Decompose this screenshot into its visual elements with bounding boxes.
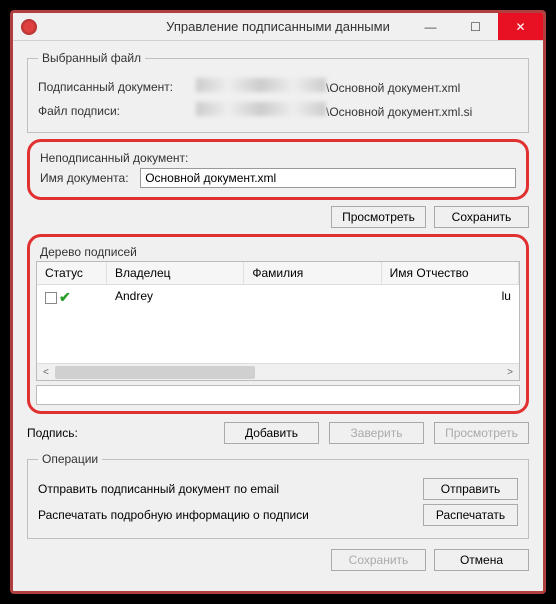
tree-row[interactable]: ✔ Andrey lu — [37, 285, 519, 310]
doc-name-input[interactable] — [140, 168, 516, 188]
check-icon: ✔ — [59, 289, 71, 306]
row-checkbox[interactable] — [45, 292, 57, 304]
scroll-thumb[interactable] — [55, 366, 255, 379]
detail-field[interactable] — [36, 385, 520, 405]
signature-label: Подпись: — [27, 426, 107, 440]
maximize-button[interactable]: ☐ — [453, 13, 498, 40]
redacted-path — [196, 102, 326, 116]
doc-name-label: Имя документа: — [40, 171, 134, 185]
close-button[interactable]: ✕ — [498, 13, 543, 40]
row-surname — [244, 287, 381, 308]
window-title: Управление подписанными данными — [166, 19, 390, 34]
print-op-text: Распечатать подробную информацию о подпи… — [38, 508, 309, 522]
view-signature-button: Просмотреть — [434, 422, 529, 444]
titlebar: Управление подписанными данными — ☐ ✕ — [13, 13, 543, 41]
col-surname[interactable]: Фамилия — [244, 262, 381, 284]
email-op-text: Отправить подписанный документ по email — [38, 482, 279, 496]
signature-tree-grid[interactable]: Статус Владелец Фамилия Имя Отчество ✔ A… — [36, 261, 520, 381]
unsigned-legend: Неподписанный документ: — [40, 151, 188, 165]
col-status[interactable]: Статус — [37, 262, 107, 284]
app-icon — [21, 19, 37, 35]
minimize-button[interactable]: — — [408, 13, 453, 40]
col-patronymic[interactable]: Имя Отчество — [382, 262, 519, 284]
add-signature-button[interactable]: Добавить — [224, 422, 319, 444]
horizontal-scrollbar[interactable]: < > — [37, 363, 519, 380]
operations-group: Операции Отправить подписанный документ … — [27, 452, 529, 539]
sig-file-label: Файл подписи: — [38, 104, 188, 118]
unsigned-doc-highlight: Неподписанный документ: Имя документа: — [27, 139, 529, 200]
signature-tree-highlight: Дерево подписей Статус Владелец Фамилия … — [27, 234, 529, 414]
selected-file-group: Выбранный файл Подписанный документ: \Ос… — [27, 51, 529, 133]
signed-doc-label: Подписанный документ: — [38, 80, 188, 94]
signed-doc-suffix: \Основной документ.xml — [326, 81, 460, 95]
save-all-button: Сохранить — [331, 549, 426, 571]
col-owner[interactable]: Владелец — [107, 262, 244, 284]
sig-file-suffix: \Основной документ.xml.si — [326, 105, 472, 119]
grid-header: Статус Владелец Фамилия Имя Отчество — [37, 262, 519, 285]
scroll-left-icon[interactable]: < — [39, 367, 53, 378]
row-owner: Andrey — [107, 287, 244, 308]
save-unsigned-button[interactable]: Сохранить — [434, 206, 529, 228]
cancel-button[interactable]: Отмена — [434, 549, 529, 571]
certify-button: Заверить — [329, 422, 424, 444]
redacted-path — [196, 78, 326, 92]
tree-legend: Дерево подписей — [36, 243, 520, 261]
scroll-right-icon[interactable]: > — [503, 367, 517, 378]
print-button[interactable]: Распечатать — [423, 504, 518, 526]
view-button[interactable]: Просмотреть — [331, 206, 426, 228]
selected-file-legend: Выбранный файл — [38, 51, 145, 65]
operations-legend: Операции — [38, 452, 102, 466]
send-email-button[interactable]: Отправить — [423, 478, 518, 500]
row-tail: lu — [382, 287, 519, 308]
